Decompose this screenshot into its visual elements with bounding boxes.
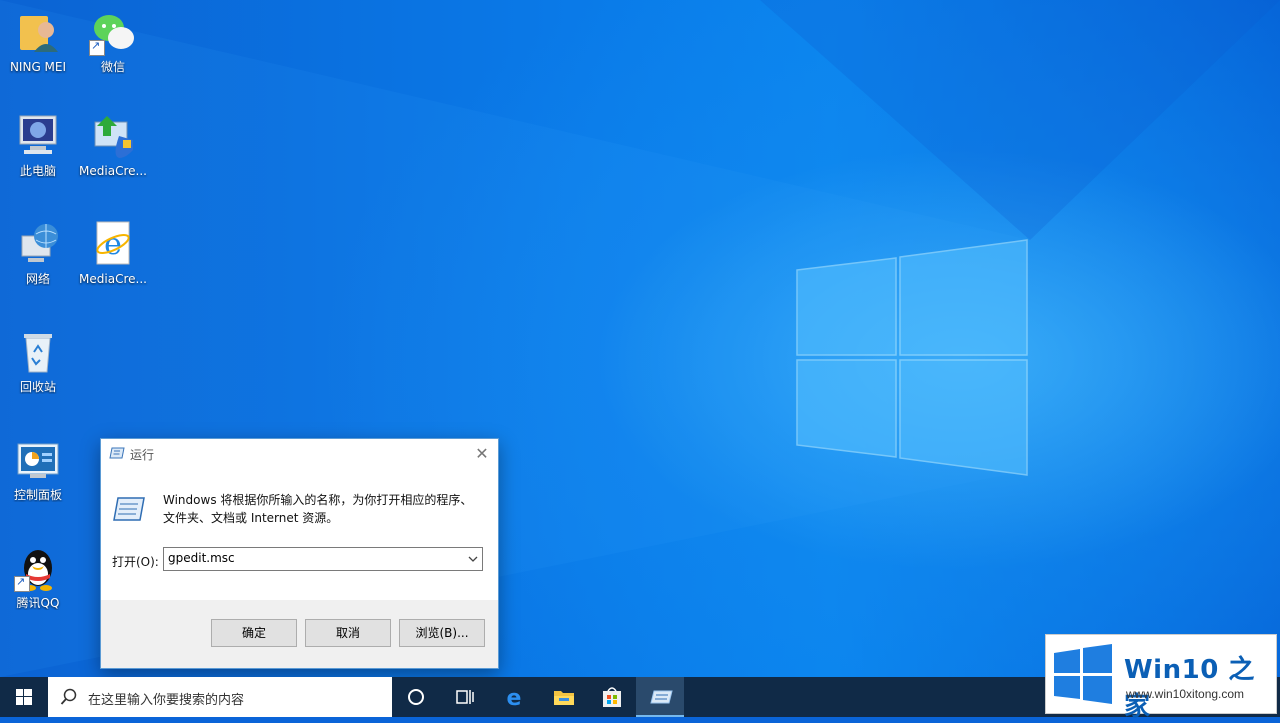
search-placeholder: 在这里输入你要搜索的内容: [88, 693, 245, 708]
open-input[interactable]: gpedit.msc: [168, 551, 235, 565]
windows-logo-icon: [16, 689, 32, 705]
internet-explorer-icon: e: [89, 220, 137, 268]
desktop-icon-label: MediaCre...: [79, 272, 147, 286]
shortcut-arrow-icon: [89, 39, 105, 56]
wechat-icon: [89, 8, 137, 56]
cortana-icon: [408, 689, 424, 705]
desktop-icon-label: 回收站: [19, 380, 56, 394]
watermark-title: Win10 之家: [1124, 655, 1255, 722]
media-creation-tool-icon: [89, 112, 137, 160]
search-icon: [60, 688, 77, 705]
svg-text:e: e: [507, 686, 522, 709]
run-program-icon: [113, 497, 145, 521]
run-icon: [109, 447, 125, 459]
svg-text:e: e: [104, 227, 122, 262]
desktop-icon-label: 网络: [25, 272, 50, 286]
taskbar-search-box[interactable]: 在这里输入你要搜索的内容: [48, 677, 392, 717]
taskbar-store[interactable]: [588, 677, 636, 717]
taskbar-run[interactable]: [636, 677, 684, 717]
desktop-icon-label: NING MEI: [9, 60, 67, 74]
run-dialog-body: Windows 将根据你所输入的名称，为你打开相应的程序、文件夹、文档或 Int…: [101, 469, 498, 600]
open-label: 打开(O):: [112, 555, 159, 569]
desktop-icon-this-pc[interactable]: 此电脑: [0, 112, 76, 178]
desktop-icon-label: 此电脑: [19, 164, 56, 178]
qq-penguin-icon: [14, 544, 62, 592]
desktop-icon-mediacreation-2[interactable]: e MediaCre...: [75, 220, 151, 286]
browse-button[interactable]: 浏览(B)...: [399, 619, 485, 647]
taskbar-file-explorer[interactable]: [540, 677, 588, 717]
desktop-icon-label: MediaCre...: [79, 164, 147, 178]
desktop-icon-label: 控制面板: [13, 488, 62, 502]
desktop-icon-network[interactable]: 网络: [0, 220, 76, 286]
cancel-button[interactable]: 取消: [305, 619, 391, 647]
desktop-icon-user-folder[interactable]: NING MEI: [0, 8, 76, 74]
run-dialog-description: Windows 将根据你所输入的名称，为你打开相应的程序、文件夹、文档或 Int…: [163, 493, 473, 525]
control-panel-icon: [14, 436, 62, 484]
windows-logo-icon: [1054, 644, 1112, 704]
run-dialog-title: 运行: [130, 448, 155, 462]
chevron-down-icon[interactable]: [464, 548, 482, 570]
start-button[interactable]: [0, 677, 48, 717]
network-globe-icon: [14, 220, 62, 268]
watermark: Win10 之家 www.win10xitong.com: [1045, 634, 1277, 722]
open-combobox[interactable]: gpedit.msc: [163, 547, 483, 571]
desktop-icon-mediacreation-1[interactable]: MediaCre...: [75, 112, 151, 178]
watermark-url: www.win10xitong.com: [1126, 687, 1245, 701]
desktop-icon-recycle-bin[interactable]: 回收站: [0, 328, 76, 394]
desktop-icon-label: 微信: [100, 60, 125, 74]
user-folder-icon: [14, 8, 62, 56]
task-view-button[interactable]: [440, 677, 488, 717]
cortana-button[interactable]: [392, 677, 440, 717]
desktop-icon-control-panel[interactable]: 控制面板: [0, 436, 76, 502]
taskbar-edge[interactable]: e: [490, 677, 538, 717]
desktop: NING MEI 微信 此电脑 MediaCre... 网络 e MediaCr…: [0, 0, 1280, 677]
run-icon: [650, 690, 673, 704]
desktop-icon-qq[interactable]: 腾讯QQ: [0, 544, 76, 610]
file-explorer-icon: [554, 691, 574, 705]
edge-icon: e: [507, 686, 522, 709]
desktop-icon-label: 腾讯QQ: [16, 596, 60, 610]
run-dialog: 运行 ✕ Windows 将根据你所输入的名称，为你打开相应的程序、文件夹、文档…: [100, 438, 499, 669]
shortcut-arrow-icon: [14, 575, 30, 592]
recycle-bin-icon: [14, 328, 62, 376]
task-view-icon: [456, 690, 474, 704]
computer-icon: [14, 112, 62, 160]
run-dialog-titlebar[interactable]: 运行 ✕: [101, 439, 498, 469]
desktop-icon-wechat[interactable]: 微信: [75, 8, 151, 74]
close-button[interactable]: ✕: [466, 439, 498, 469]
store-icon: [603, 687, 621, 707]
ok-button[interactable]: 确定: [211, 619, 297, 647]
